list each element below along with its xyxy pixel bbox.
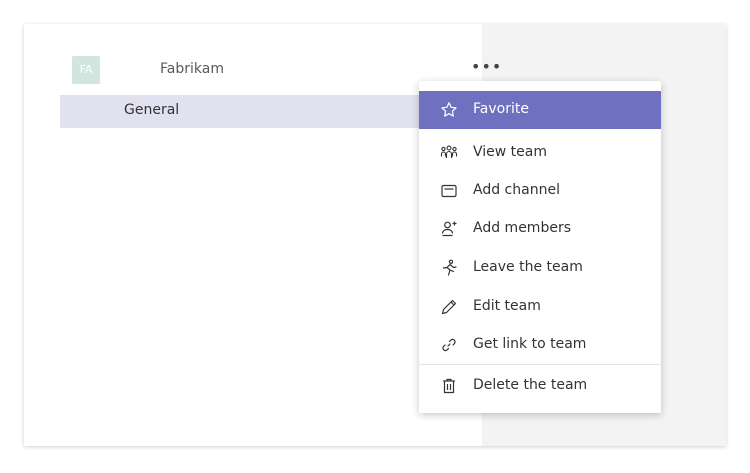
menu-item-label: Favorite <box>473 101 529 117</box>
menu-item-favorite[interactable]: Favorite <box>419 91 661 129</box>
menu-item-view-team[interactable]: View team <box>419 134 661 172</box>
menu-item-delete-team[interactable]: Delete the team <box>419 367 661 405</box>
trash-icon <box>440 377 458 395</box>
team-avatar: FA <box>72 56 100 84</box>
leave-icon <box>440 259 458 277</box>
menu-item-leave-team[interactable]: Leave the team <box>419 249 661 287</box>
link-icon <box>440 336 458 354</box>
menu-item-label: Edit team <box>473 298 541 314</box>
team-name: Fabrikam <box>160 61 224 77</box>
team-context-menu: Favorite View team Add channel Add membe… <box>419 81 661 413</box>
menu-item-label: Add channel <box>473 182 560 198</box>
team-row[interactable]: FA Fabrikam ••• <box>60 24 501 84</box>
menu-item-label: Delete the team <box>473 377 588 393</box>
menu-item-label: Leave the team <box>473 259 583 275</box>
people-icon <box>440 144 458 162</box>
channel-name: General <box>124 102 180 118</box>
channel-icon <box>440 182 458 200</box>
menu-item-label: Add members <box>473 220 571 236</box>
menu-item-get-link[interactable]: Get link to team <box>419 326 661 364</box>
add-member-icon <box>440 220 458 238</box>
menu-item-add-members[interactable]: Add members <box>419 210 661 248</box>
pencil-icon <box>440 298 458 316</box>
menu-item-edit-team[interactable]: Edit team <box>419 288 661 326</box>
menu-item-label: Get link to team <box>473 336 587 352</box>
more-options-button[interactable]: ••• <box>471 57 502 76</box>
menu-item-add-channel[interactable]: Add channel <box>419 172 661 210</box>
menu-item-label: View team <box>473 144 547 160</box>
menu-divider <box>419 364 661 365</box>
star-icon <box>440 101 458 119</box>
